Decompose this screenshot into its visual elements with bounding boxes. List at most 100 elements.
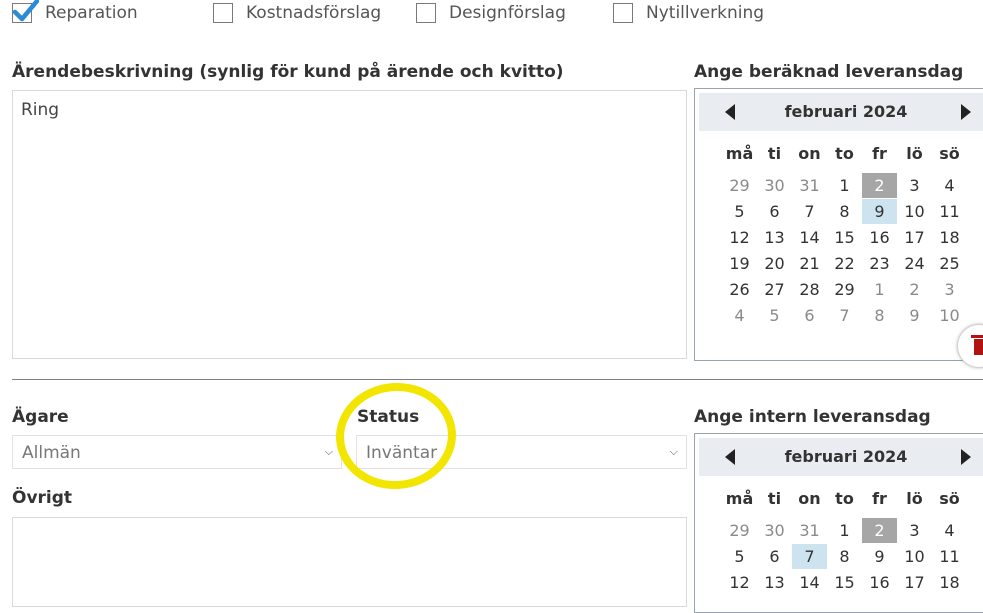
week-row: 29 30 31 1 2 3 4 xyxy=(722,173,967,198)
calendar-day[interactable]: 22 xyxy=(827,251,862,276)
week-row: 5 6 7 8 9 10 11 xyxy=(722,544,967,569)
calendar-day[interactable]: 14 xyxy=(792,225,827,250)
calendar-day[interactable]: 20 xyxy=(757,251,792,276)
calendar-day[interactable]: 26 xyxy=(722,277,757,302)
weekday-label: on xyxy=(798,144,821,163)
calendar-day[interactable]: 1 xyxy=(862,277,897,302)
checkbox-kostnadsforslag[interactable]: Kostnadsförslag xyxy=(213,3,381,23)
owner-value: Allmän xyxy=(22,443,81,463)
weekday-label: sö xyxy=(939,489,960,508)
checkbox-reparation[interactable]: Reparation xyxy=(12,0,138,23)
calendar-day[interactable]: 11 xyxy=(932,199,967,224)
calendar-day[interactable]: 31 xyxy=(792,518,827,543)
calendar-day[interactable]: 7 xyxy=(792,199,827,224)
calendar-day[interactable]: 21 xyxy=(792,251,827,276)
calendar-grid: må ti on to fr lö sö 29 30 31 1 2 3 4 5 6 7 8 9 10 11 12 13 14 1… xyxy=(722,486,967,595)
calendar-day[interactable]: 13 xyxy=(757,570,792,595)
calendar-day[interactable]: 2 xyxy=(862,173,897,198)
calendar-day[interactable]: 11 xyxy=(932,544,967,569)
calendar-grid: må ti on to fr lö sö 29 30 31 1 2 3 4 5 6 7 8 9 10 11 12 13 14 1… xyxy=(722,141,967,328)
checkbox-box[interactable] xyxy=(613,3,633,23)
calendar-day[interactable]: 27 xyxy=(757,277,792,302)
calendar-day[interactable]: 16 xyxy=(862,225,897,250)
calendar-day[interactable]: 13 xyxy=(757,225,792,250)
weekday-label: sö xyxy=(939,144,960,163)
internal-date-label: Ange intern leveransdag xyxy=(694,407,931,427)
checkbox-box[interactable] xyxy=(416,3,436,23)
calendar-day[interactable]: 10 xyxy=(897,199,932,224)
weekday-row: må ti on to fr lö sö xyxy=(722,141,967,167)
checkmark-icon xyxy=(12,0,39,22)
checkbox-box[interactable] xyxy=(12,0,39,23)
calendar-day[interactable]: 17 xyxy=(897,570,932,595)
internal-date-calendar[interactable]: februari 2024 må ti on to fr lö sö 29 30 31 1 2 3 4 5 6… xyxy=(694,433,983,613)
calendar-day[interactable]: 3 xyxy=(897,173,932,198)
calendar-day[interactable]: 9 xyxy=(862,199,897,224)
calendar-day[interactable]: 19 xyxy=(722,251,757,276)
calendar-day[interactable]: 4 xyxy=(932,518,967,543)
calendar-day[interactable]: 7 xyxy=(792,544,827,569)
calendar-day[interactable]: 8 xyxy=(827,544,862,569)
checkbox-designforslag[interactable]: Designförslag xyxy=(416,3,566,23)
week-row: 26 27 28 29 1 2 3 xyxy=(722,277,967,302)
calendar-day[interactable]: 4 xyxy=(932,173,967,198)
week-row: 5 6 7 8 9 10 11 xyxy=(722,199,967,224)
calendar-day[interactable]: 1 xyxy=(827,518,862,543)
description-textarea[interactable]: Ring xyxy=(12,90,687,359)
calendar-day[interactable]: 23 xyxy=(862,251,897,276)
calendar-day[interactable]: 3 xyxy=(932,277,967,302)
calendar-day[interactable]: 14 xyxy=(792,570,827,595)
calendar-day[interactable]: 31 xyxy=(792,173,827,198)
calendar-day[interactable]: 9 xyxy=(897,303,932,328)
calendar-day[interactable]: 17 xyxy=(897,225,932,250)
calendar-day[interactable]: 3 xyxy=(897,518,932,543)
calendar-day[interactable]: 12 xyxy=(722,570,757,595)
calendar-day[interactable]: 15 xyxy=(827,570,862,595)
highlight-circle xyxy=(332,378,460,494)
calendar-day[interactable]: 4 xyxy=(722,303,757,328)
calendar-day[interactable]: 6 xyxy=(792,303,827,328)
calendar-day[interactable]: 2 xyxy=(897,277,932,302)
calendar-day[interactable]: 5 xyxy=(722,199,757,224)
calendar-day[interactable]: 18 xyxy=(932,225,967,250)
calendar-day[interactable]: 8 xyxy=(827,199,862,224)
calendar-day[interactable]: 15 xyxy=(827,225,862,250)
calendar-day[interactable]: 8 xyxy=(862,303,897,328)
calendar-day[interactable]: 6 xyxy=(757,544,792,569)
calendar-day[interactable]: 18 xyxy=(932,570,967,595)
calendar-day[interactable]: 5 xyxy=(757,303,792,328)
calendar-day[interactable]: 12 xyxy=(722,225,757,250)
calendar-day[interactable]: 6 xyxy=(757,199,792,224)
calendar-day[interactable]: 28 xyxy=(792,277,827,302)
calendar-day[interactable]: 7 xyxy=(827,303,862,328)
delivery-date-calendar[interactable]: februari 2024 må ti on to fr lö sö 29 30 31 1 2 3 4 5 6… xyxy=(694,88,983,361)
calendar-day[interactable]: 9 xyxy=(862,544,897,569)
calendar-day[interactable]: 25 xyxy=(932,251,967,276)
chevron-down-icon: ⌵ xyxy=(669,445,678,458)
calendar-day[interactable]: 24 xyxy=(897,251,932,276)
calendar-day[interactable]: 2 xyxy=(862,518,897,543)
calendar-day[interactable]: 10 xyxy=(932,303,967,328)
calendar-day[interactable]: 30 xyxy=(757,518,792,543)
weekday-label: fr xyxy=(872,144,887,163)
checkbox-box[interactable] xyxy=(213,3,233,23)
calendar-day[interactable]: 29 xyxy=(722,518,757,543)
chevron-right-icon[interactable] xyxy=(961,449,971,465)
other-textarea[interactable] xyxy=(12,517,687,607)
owner-select[interactable]: Allmän ⌵ xyxy=(12,435,342,469)
calendar-day[interactable]: 16 xyxy=(862,570,897,595)
checkbox-label: Kostnadsförslag xyxy=(246,3,382,23)
weekday-label: ti xyxy=(767,489,782,508)
checkbox-label: Reparation xyxy=(45,3,138,23)
calendar-day[interactable]: 10 xyxy=(897,544,932,569)
chevron-right-icon[interactable] xyxy=(961,104,971,120)
calendar-day[interactable]: 5 xyxy=(722,544,757,569)
trash-icon xyxy=(971,335,983,338)
trash-icon-body xyxy=(974,339,983,355)
calendar-day[interactable]: 1 xyxy=(827,173,862,198)
calendar-day[interactable]: 29 xyxy=(722,173,757,198)
calendar-day[interactable]: 30 xyxy=(757,173,792,198)
calendar-day[interactable]: 29 xyxy=(827,277,862,302)
checkbox-nytillverkning[interactable]: Nytillverkning xyxy=(613,3,764,23)
week-row: 29 30 31 1 2 3 4 xyxy=(722,518,967,543)
